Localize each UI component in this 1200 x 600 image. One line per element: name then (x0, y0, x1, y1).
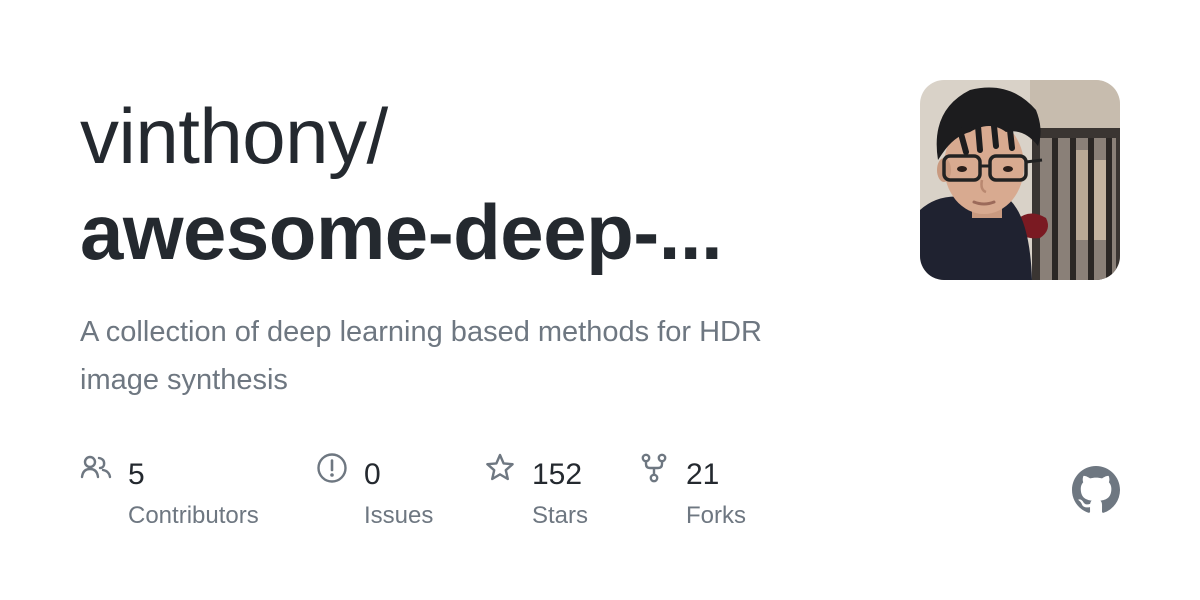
avatar-photo (920, 80, 1120, 280)
repo-owner[interactable]: vinthony/ (80, 88, 880, 184)
repo-social-card: vinthony/ awesome-deep-... A collection … (0, 0, 1200, 600)
issue-icon (317, 453, 347, 483)
people-icon (80, 455, 112, 479)
forks-label: Forks (686, 502, 746, 529)
star-icon (486, 453, 514, 481)
github-logo-icon[interactable] (1072, 466, 1120, 514)
repo-description: A collection of deep learning based meth… (80, 316, 762, 396)
repo-name[interactable]: awesome-deep-... (80, 184, 880, 280)
fork-icon (641, 453, 667, 483)
issues-count: 0 (364, 458, 381, 491)
issues-label: Issues (364, 502, 434, 529)
contributors-label: Contributors (128, 502, 259, 529)
stars-count: 152 (532, 458, 583, 491)
forks-count: 21 (686, 458, 720, 491)
contributors-count: 5 (128, 458, 145, 491)
repo-title: vinthony/ awesome-deep-... (80, 88, 880, 280)
owner-avatar[interactable] (920, 80, 1120, 280)
stars-label: Stars (532, 502, 589, 529)
